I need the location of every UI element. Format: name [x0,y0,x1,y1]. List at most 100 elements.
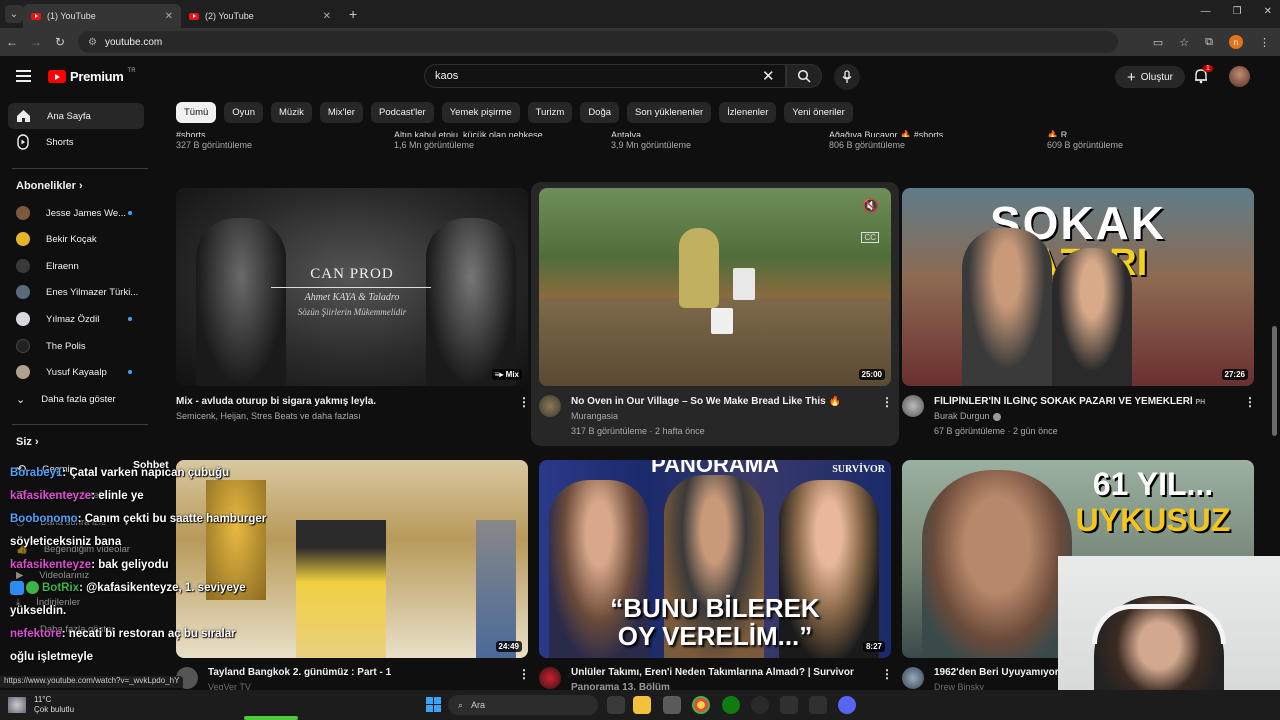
chat-message: kafasikenteyze: bak geliyodu [10,559,169,571]
sidebar-show-more[interactable]: ⌄ Daha fazla göster [8,386,144,412]
sidebar-sub-jesse[interactable]: Jesse James We... [8,200,144,226]
video-channels[interactable]: Semicenk, Heijan, Stres Beats ve daha fa… [176,411,361,421]
person-figure [296,520,386,658]
video-title[interactable]: No Oven in Our Village – So We Make Brea… [571,396,871,407]
video-menu-icon[interactable]: ⋮ [518,667,530,681]
browser-tab-2[interactable]: (2) YouTube ✕ [181,4,339,28]
person-figure [476,520,516,658]
browser-tab-1[interactable]: (1) YouTube ✕ [23,4,181,28]
mute-icon[interactable]: 🔇 [863,198,879,214]
chip-recently-uploaded[interactable]: Son yüklenenler [627,102,712,123]
store-icon[interactable] [663,696,681,714]
captions-icon[interactable]: CC [861,232,879,243]
scrollbar-thumb[interactable] [1272,326,1277,436]
channel-avatar[interactable] [539,395,561,417]
sidebar-item-home[interactable]: Ana Sayfa [8,103,144,129]
task-view-icon[interactable] [607,696,625,714]
restore-icon[interactable]: ❐ [1233,6,1242,17]
sidebar-sub-yusuf[interactable]: Yusuf Kayaalp [8,359,144,385]
video-thumbnail[interactable]: 🔇 CC 25:00 [539,188,891,386]
sidebar-sub-polis[interactable]: The Polis [8,333,144,359]
sidebar-item-label: Elraenn [46,260,79,272]
subscriptions-header[interactable]: Abonelikler › [16,180,83,192]
steam-icon[interactable] [751,696,769,714]
new-content-dot [128,317,132,321]
sidebar-sub-elraenn[interactable]: Elraenn [8,253,144,279]
video-thumbnail[interactable]: SOKAK PAZARI 27:26 [902,188,1254,386]
new-tab-icon[interactable]: + [349,6,357,22]
clear-search-icon[interactable]: ✕ [762,67,775,85]
search-input[interactable]: kaos [424,64,786,88]
close-tab-icon[interactable]: ✕ [323,11,331,22]
tab-search-button[interactable]: ⌄ [5,5,23,23]
taskbar-search[interactable]: ⌕ Ara [448,695,598,715]
search-button[interactable] [786,64,822,88]
channel-avatar[interactable] [902,395,924,417]
chip-watched[interactable]: İzlenenler [719,102,777,123]
url-field[interactable]: ⚙ youtube.com [78,31,1118,53]
chip-gaming[interactable]: Oyun [224,102,264,123]
site-info-icon[interactable]: ⚙ [88,37,97,48]
back-icon[interactable]: ← [0,35,24,49]
video-title[interactable]: 1962'den Beri Uyuyamıyor [934,667,1058,678]
hamburger-menu-icon[interactable] [16,70,31,82]
minimize-icon[interactable]: — [1201,6,1211,17]
close-tab-icon[interactable]: ✕ [165,11,173,22]
page-scrollbar[interactable] [1270,56,1280,690]
you-header[interactable]: Siz › [16,436,39,448]
thumbnail-title: “BUNU BİLEREK OY VERELİM...” [610,593,820,651]
video-menu-icon[interactable]: ⋮ [1244,395,1256,409]
chip-tourism[interactable]: Turizm [527,102,573,123]
video-thumbnail[interactable]: CAN PROD Ahmet KAYA & Taladro Sözün Şiir… [176,188,528,386]
file-explorer-icon[interactable] [633,696,651,714]
home-icon [17,110,30,122]
windows-taskbar: 11°C Çok bulutlu ⌕ Ara [0,690,1280,720]
chip-all[interactable]: Tümü [176,102,217,123]
chat-message: BotRix: @kafasikenteyze, 1. seviyeye [10,577,300,600]
app-icon[interactable] [809,696,827,714]
video-title[interactable]: FİLİPİNLER'İN İLGİNÇ SOKAK PAZARI VE YEM… [934,396,1234,407]
forward-icon[interactable]: → [24,35,48,49]
channel-avatar[interactable] [902,667,924,689]
channel-avatar[interactable] [539,667,561,689]
video-menu-icon[interactable]: ⋮ [881,395,893,409]
video-menu-icon[interactable]: ⋮ [518,395,530,409]
voice-search-button[interactable] [834,64,860,90]
weather-icon[interactable] [8,697,26,713]
youtube-favicon-icon [189,12,199,20]
sidebar-sub-enes[interactable]: Enes Yilmazer Türki... [8,279,144,305]
reload-icon[interactable]: ↻ [48,35,72,49]
youtube-logo[interactable]: Premium TR [48,68,136,84]
app-icon[interactable] [780,696,798,714]
video-thumbnail[interactable]: PANORAMA SURVİVOR “BUNU BİLEREK OY VEREL… [539,460,891,658]
chip-mixes[interactable]: Mix'ler [319,102,363,123]
xbox-icon[interactable] [722,696,740,714]
sidebar-item-shorts[interactable]: Shorts [8,129,144,155]
discord-icon[interactable] [838,696,856,714]
video-channel[interactable]: Murangasia [571,411,618,421]
video-channel[interactable]: Burak Durgun [934,411,1001,421]
chat-message: Borabey1: Çatal varken napıcan çubuğu [10,467,230,479]
sidebar-sub-yilmaz[interactable]: Yılmaz Özdil [8,306,144,332]
sidebar-sub-bekir[interactable]: Bekir Koçak [8,226,144,252]
chip-new-to-you[interactable]: Yeni öneriler [784,102,853,123]
chrome-icon[interactable] [692,696,710,714]
bucket [711,308,733,334]
close-window-icon[interactable]: ✕ [1264,6,1272,17]
headphones [1092,604,1226,644]
video-title[interactable]: Ünlüler Takımı, Eren'i Neden Takımlarına… [571,667,871,678]
video-title[interactable]: Mix - avluda oturup bi sigara yakmış ley… [176,396,506,407]
video-menu-icon[interactable]: ⋮ [881,667,893,681]
bookmark-star-icon[interactable]: ☆ [1179,36,1189,49]
chip-music[interactable]: Müzik [271,102,312,123]
profile-avatar[interactable]: n [1229,35,1243,49]
chip-cooking[interactable]: Yemek pişirme [441,102,520,123]
chip-nature[interactable]: Doğa [580,102,620,123]
chip-podcasts[interactable]: Podcast'ler [370,102,434,123]
menu-kebab-icon[interactable]: ⋮ [1259,36,1270,49]
extensions-icon[interactable]: ⧉ [1205,36,1213,49]
account-avatar[interactable] [1229,66,1250,87]
create-button[interactable]: + Oluştur [1115,66,1185,88]
windows-start-icon[interactable] [426,697,441,712]
cast-icon[interactable]: ▭ [1153,36,1163,49]
